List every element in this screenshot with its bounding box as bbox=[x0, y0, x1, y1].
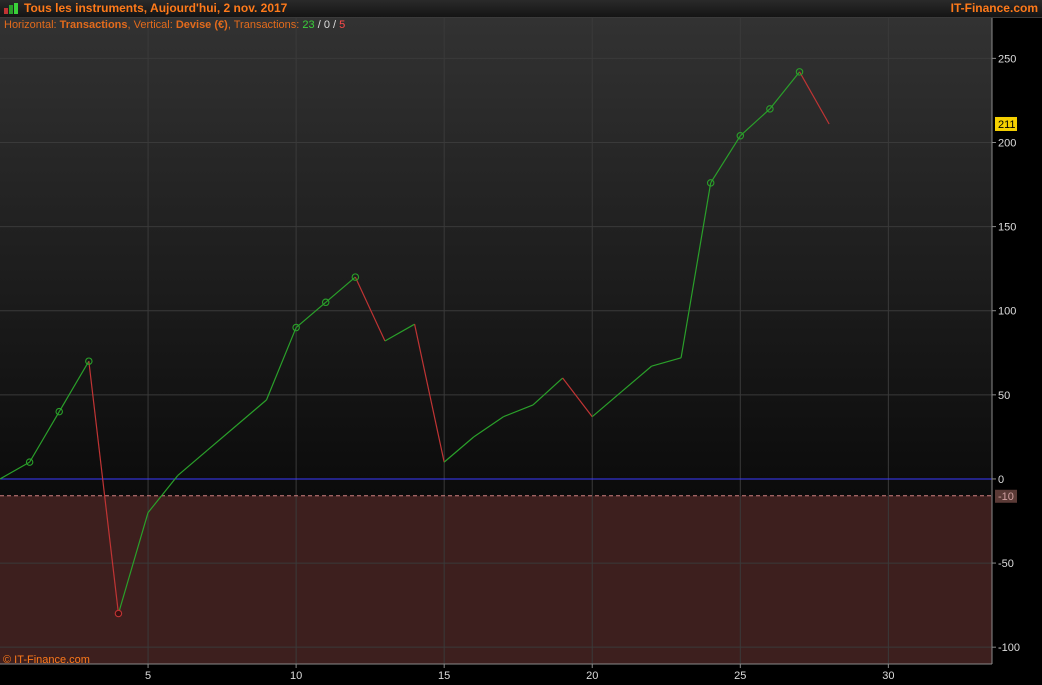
y-tick-label: 0 bbox=[998, 474, 1004, 486]
y-tick-label: 100 bbox=[998, 306, 1016, 318]
plot-background bbox=[0, 18, 1042, 685]
y-tick-label: 200 bbox=[998, 137, 1016, 149]
x-tick-label: 10 bbox=[290, 670, 302, 682]
slash: / bbox=[317, 19, 321, 31]
slash: / bbox=[333, 19, 337, 31]
title-bar: Tous les instruments, Aujourd'hui, 2 nov… bbox=[0, 0, 1042, 18]
separator: , bbox=[227, 19, 231, 31]
winning-count: 23 bbox=[302, 19, 315, 31]
y-tick-label: -50 bbox=[998, 558, 1014, 570]
y-tick-label: -100 bbox=[998, 642, 1020, 654]
vertical-value: Devise (€) bbox=[175, 19, 228, 31]
copyright-notice: © IT-Finance.com bbox=[3, 654, 90, 666]
x-tick-label: 15 bbox=[438, 670, 450, 682]
x-tick-label: 30 bbox=[882, 670, 894, 682]
threshold-label: -10 bbox=[998, 491, 1014, 503]
equity-chart[interactable]: 250200150100500-50-1005 10 15 20 25 30-10211 bbox=[0, 18, 1042, 685]
info-line: Horizontal: Transactions, Vertical: Devi… bbox=[4, 19, 345, 31]
brand-link[interactable]: IT-Finance.com bbox=[951, 1, 1038, 15]
x-tick-label: 5 bbox=[145, 670, 151, 682]
y-tick-label: 150 bbox=[998, 222, 1016, 234]
x-tick-label: 25 bbox=[734, 670, 746, 682]
neutral-count: 0 bbox=[323, 19, 330, 31]
horizontal-value: Transactions bbox=[59, 19, 128, 31]
separator: , bbox=[127, 19, 131, 31]
plot-area bbox=[0, 18, 992, 496]
loss-zone bbox=[0, 495, 992, 664]
vertical-label: Vertical: bbox=[133, 19, 173, 31]
y-tick-label: 250 bbox=[998, 53, 1016, 65]
chart-app-icon bbox=[4, 3, 18, 14]
trade-marker bbox=[114, 609, 123, 618]
horizontal-label: Horizontal: bbox=[4, 19, 57, 31]
y-tick-label: 50 bbox=[998, 390, 1010, 402]
window-title: Tous les instruments, Aujourd'hui, 2 nov… bbox=[24, 1, 288, 15]
losing-count: 5 bbox=[339, 19, 346, 31]
current-value-label: 211 bbox=[998, 119, 1016, 131]
x-tick-label: 20 bbox=[586, 670, 598, 682]
transactions-label: Transactions: bbox=[233, 19, 300, 31]
